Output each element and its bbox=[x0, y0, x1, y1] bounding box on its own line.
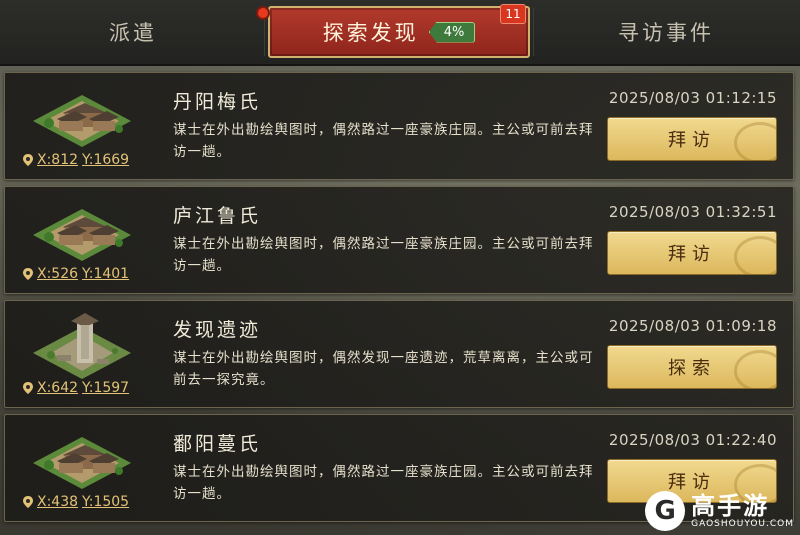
location-pin-icon bbox=[23, 268, 33, 280]
explore-button[interactable]: 探索 bbox=[607, 345, 777, 389]
event-title: 丹阳梅氏 bbox=[173, 91, 262, 113]
coordinates-link[interactable]: X:526 Y:1401 bbox=[23, 266, 129, 282]
tab-explore-label: 探索发现 bbox=[322, 21, 419, 45]
visit-button[interactable]: 拜访 bbox=[607, 117, 777, 161]
event-description: 谋士在外出勘绘舆图时，偶然路过一座豪族庄园。主公或可前去拜访一趟。 bbox=[173, 236, 594, 274]
explore-percent-badge: 4% bbox=[428, 21, 476, 43]
manor-icon bbox=[33, 437, 131, 489]
notification-count-badge: 11 bbox=[500, 4, 526, 24]
watermark-logo-icon: G bbox=[645, 491, 686, 531]
event-card: X:642 Y:1597 发现遗迹 谋士在外出勘绘舆图时，偶然发现一座遗迹，荒草… bbox=[4, 300, 794, 408]
event-description: 谋士在外出勘绘舆图时，偶然路过一座豪族庄园。主公或可前去拜访一趟。 bbox=[173, 122, 594, 160]
watermark-text: 高手游 GAOSHOUYOU.COM bbox=[691, 493, 794, 529]
event-title: 庐江鲁氏 bbox=[173, 205, 262, 227]
event-title: 发现遗迹 bbox=[173, 319, 262, 341]
event-timestamp: 2025/08/03 01:12:15 bbox=[608, 89, 777, 107]
event-timestamp: 2025/08/03 01:22:40 bbox=[608, 431, 777, 449]
manor-icon bbox=[33, 95, 131, 147]
tab-bar: 派遣 探索发现 4% 11 寻访事件 bbox=[0, 0, 800, 66]
coordinate-y: Y:1669 bbox=[82, 152, 130, 168]
event-description: 谋士在外出勘绘舆图时，偶然路过一座豪族庄园。主公或可前去拜访一趟。 bbox=[173, 464, 594, 502]
coordinate-y: Y:1597 bbox=[82, 380, 130, 396]
event-title: 鄱阳蔓氏 bbox=[173, 433, 262, 455]
coordinate-x: X:812 bbox=[37, 152, 79, 168]
event-card: X:812 Y:1669 丹阳梅氏 谋士在外出勘绘舆图时，偶然路过一座豪族庄园。… bbox=[4, 72, 794, 180]
watermark-name: 高手游 bbox=[691, 492, 770, 520]
manor-icon bbox=[33, 209, 131, 261]
event-card: X:526 Y:1401 庐江鲁氏 谋士在外出勘绘舆图时，偶然路过一座豪族庄园。… bbox=[4, 186, 794, 294]
location-pin-icon bbox=[23, 496, 33, 508]
event-description: 谋士在外出勘绘舆图时，偶然发现一座遗迹，荒草离离，主公或可前去一探究竟。 bbox=[173, 350, 594, 388]
coordinates-link[interactable]: X:812 Y:1669 bbox=[23, 152, 129, 168]
watermark-url: GAOSHOUYOU.COM bbox=[691, 519, 794, 529]
tab-dispatch[interactable]: 派遣 bbox=[4, 6, 262, 58]
tab-explore[interactable]: 探索发现 4% 11 bbox=[268, 4, 530, 58]
red-dot-icon bbox=[256, 6, 270, 20]
event-timestamp: 2025/08/03 01:32:51 bbox=[608, 203, 777, 221]
tab-divider bbox=[533, 8, 534, 56]
location-pin-icon bbox=[23, 382, 33, 394]
coordinate-x: X:438 bbox=[37, 494, 79, 510]
coordinates-link[interactable]: X:642 Y:1597 bbox=[23, 380, 129, 396]
location-pin-icon bbox=[23, 154, 33, 166]
event-timestamp: 2025/08/03 01:09:18 bbox=[608, 317, 777, 335]
visit-button[interactable]: 拜访 bbox=[607, 231, 777, 275]
tab-visit-events[interactable]: 寻访事件 bbox=[536, 6, 796, 58]
coordinate-y: Y:1505 bbox=[82, 494, 130, 510]
coordinate-x: X:526 bbox=[37, 266, 79, 282]
watermark: G 高手游 GAOSHOUYOU.COM bbox=[645, 491, 794, 531]
ruins-icon bbox=[33, 313, 131, 379]
coordinates-link[interactable]: X:438 Y:1505 bbox=[23, 494, 129, 510]
coordinate-x: X:642 bbox=[37, 380, 79, 396]
coordinate-y: Y:1401 bbox=[82, 266, 130, 282]
